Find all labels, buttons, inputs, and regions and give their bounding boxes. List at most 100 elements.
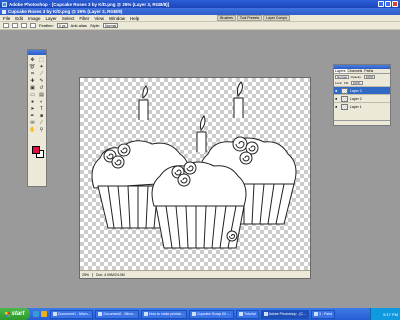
style-select[interactable]: Normal xyxy=(103,23,119,28)
layer-name: Layer 1 xyxy=(350,104,362,109)
blur-icon[interactable]: ● xyxy=(29,99,37,105)
lock-label: Lock: xyxy=(335,81,343,85)
folder-icon[interactable] xyxy=(41,311,47,317)
layer-name: Layer 3 xyxy=(350,88,362,93)
photoshop-app-icon xyxy=(2,1,7,7)
notes-icon[interactable]: ✉ xyxy=(29,120,37,126)
taskbar-item[interactable]: Document1 - Micro... xyxy=(50,309,94,319)
add-selection-button[interactable] xyxy=(21,23,27,28)
quick-launch xyxy=(30,311,50,317)
taskbar: start Document1 - Micro... Document2 - M… xyxy=(0,308,400,320)
clock[interactable]: 9:17 PM xyxy=(383,312,398,317)
move-icon[interactable]: ✥ xyxy=(29,57,37,63)
tab-layers[interactable]: Layers xyxy=(334,69,347,73)
eraser-icon[interactable]: ▭ xyxy=(29,92,37,98)
new-selection-button[interactable] xyxy=(12,23,18,28)
feather-input[interactable]: 0 px xyxy=(56,23,68,28)
taskbar-item[interactable]: Document2 - Micro... xyxy=(95,309,139,319)
menu-edit[interactable]: Edit xyxy=(15,16,23,21)
slice-icon[interactable]: ⟋ xyxy=(38,71,46,77)
menu-bar: File Edit Image Layer Select Filter View… xyxy=(0,15,400,22)
document-title: Cupcake Roses 3 by K/D.png @ 25% (Layer … xyxy=(8,9,123,14)
fill-label: Fill: xyxy=(344,81,349,85)
taskbar-item[interactable]: How to make printab... xyxy=(140,309,187,319)
menu-layer[interactable]: Layer xyxy=(46,16,57,21)
menu-view[interactable]: View xyxy=(94,16,104,21)
layer-name: Layer 2 xyxy=(350,96,362,101)
minimize-button[interactable] xyxy=(378,1,384,7)
brush-icon[interactable]: ✎ xyxy=(38,78,46,84)
layer-row-layer-1[interactable]: ● Layer 1 xyxy=(334,102,390,110)
tab-paths[interactable]: Paths xyxy=(363,69,374,73)
document-window: 25% Doc: 4.09M/24.0M xyxy=(79,77,311,279)
eye-icon[interactable]: ● xyxy=(335,96,339,101)
start-button[interactable]: start xyxy=(0,308,30,320)
palette-tab-layer-comps[interactable]: Layer Comps xyxy=(263,15,290,21)
hand-icon[interactable]: ✋ xyxy=(29,127,37,133)
paint-icon xyxy=(313,312,318,316)
eye-icon[interactable]: ● xyxy=(335,104,339,109)
shape-icon[interactable]: ■ xyxy=(38,113,46,119)
marquee-icon[interactable]: ⬚ xyxy=(38,57,46,63)
path-select-icon[interactable]: ➤ xyxy=(29,106,37,112)
layer-thumbnail xyxy=(341,87,348,94)
tool-preset-button[interactable] xyxy=(3,23,9,28)
blend-mode-select[interactable]: Normal xyxy=(335,75,349,79)
browser-icon[interactable] xyxy=(33,311,39,317)
cupcake-artwork xyxy=(91,81,297,249)
style-label: Style: xyxy=(89,23,100,28)
subtract-selection-button[interactable] xyxy=(30,23,36,28)
taskbar-item[interactable]: Tutorial xyxy=(236,309,259,319)
layer-row-layer-3[interactable]: ● Layer 3 xyxy=(334,86,390,94)
word-icon xyxy=(98,312,103,316)
document-size-info: Doc: 4.09M/24.0M xyxy=(96,272,125,277)
toolbox: ✥ ⬚ ➰ ✦ ⌗ ⟋ ✚ ✎ ▣ ↺ ▭ ▤ ● ◐ ➤ T ✒ ■ ✉ ⁄ … xyxy=(27,49,47,187)
menu-file[interactable]: File xyxy=(3,16,10,21)
app-titlebar: Adobe Photoshop - [Cupcake Roses 3 by K/… xyxy=(0,0,400,8)
pen-icon[interactable]: ✒ xyxy=(29,113,37,119)
layer-thumbnail xyxy=(341,95,348,102)
menu-filter[interactable]: Filter xyxy=(79,16,89,21)
dodge-icon[interactable]: ◐ xyxy=(38,99,46,105)
system-tray: 9:17 PM xyxy=(370,308,400,320)
options-bar: Feather: 0 px Anti-alias Style: Normal xyxy=(0,22,400,30)
close-button[interactable] xyxy=(392,1,398,7)
canvas[interactable] xyxy=(80,78,310,270)
zoom-icon[interactable]: ⚲ xyxy=(38,127,46,133)
palette-tab-tool-presets[interactable]: Tool Presets xyxy=(236,15,263,21)
menu-window[interactable]: Window xyxy=(109,16,125,21)
menu-help[interactable]: Help xyxy=(130,16,139,21)
tab-channels[interactable]: Channels xyxy=(347,69,364,73)
eyedropper-icon[interactable]: ⁄ xyxy=(38,120,46,126)
lasso-icon[interactable]: ➰ xyxy=(29,64,37,70)
antialias-label[interactable]: Anti-alias xyxy=(71,23,87,28)
word-icon xyxy=(53,312,57,316)
taskbar-item[interactable]: 3 - Paint xyxy=(310,309,335,319)
opacity-input[interactable]: 100% xyxy=(363,75,376,79)
type-icon[interactable]: T xyxy=(38,106,46,112)
windows-flag-icon xyxy=(5,311,11,317)
layer-row-layer-2[interactable]: ● Layer 2 xyxy=(334,94,390,102)
history-brush-icon[interactable]: ↺ xyxy=(38,85,46,91)
taskbar-item[interactable]: Cupcake Scrap Kit -... xyxy=(188,309,235,319)
browser-icon xyxy=(143,312,148,316)
healing-icon[interactable]: ✚ xyxy=(29,78,37,84)
magic-wand-icon[interactable]: ✦ xyxy=(38,64,46,70)
taskbar-item-photoshop[interactable]: Adobe Photoshop - [C... xyxy=(260,309,309,319)
maximize-button[interactable] xyxy=(385,1,391,7)
crop-icon[interactable]: ⌗ xyxy=(29,71,37,77)
zoom-level[interactable]: 25% xyxy=(82,272,94,277)
fill-input[interactable]: 100% xyxy=(350,81,363,85)
layers-panel-footer xyxy=(334,120,390,125)
document-icon xyxy=(2,9,6,14)
eye-icon[interactable]: ● xyxy=(335,88,339,93)
palette-well: Brushes Tool Presets Layer Comps xyxy=(217,15,290,21)
gradient-icon[interactable]: ▤ xyxy=(38,92,46,98)
opacity-label: Opacity: xyxy=(350,75,362,79)
menu-select[interactable]: Select xyxy=(62,16,75,21)
folder-icon xyxy=(239,312,244,316)
menu-image[interactable]: Image xyxy=(28,16,41,21)
palette-tab-brushes[interactable]: Brushes xyxy=(217,15,236,21)
stamp-icon[interactable]: ▣ xyxy=(29,85,37,91)
foreground-color-swatch[interactable] xyxy=(32,146,40,154)
